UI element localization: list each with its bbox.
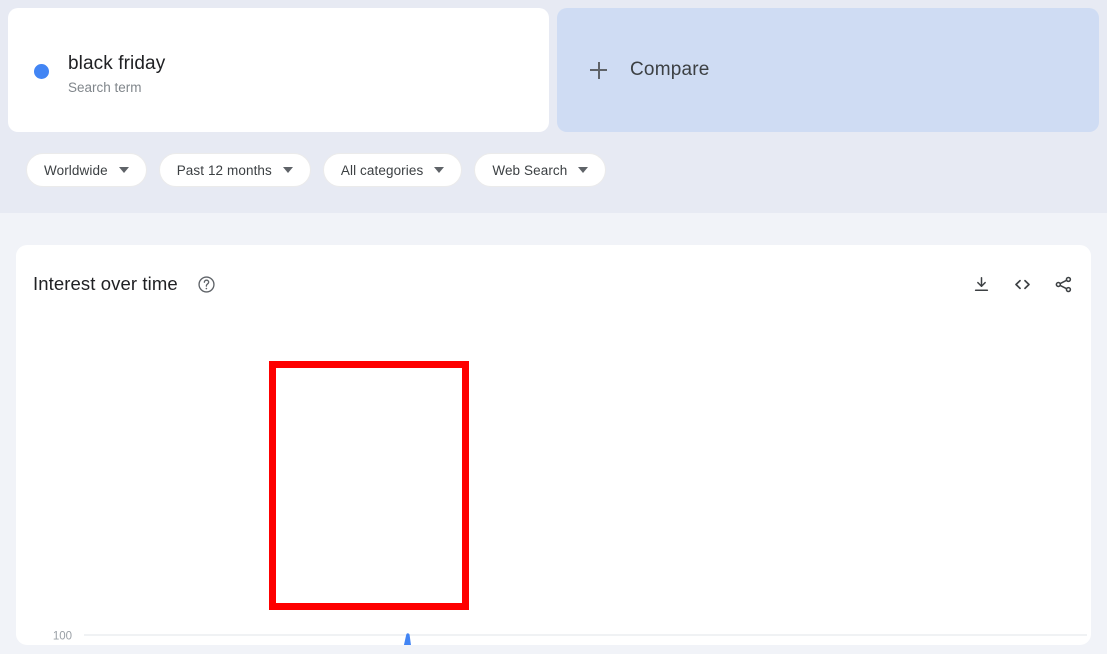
interest-over-time-line-chart: 255075100Jul 30, 2023Nov 19, 2023Mar 10,… bbox=[16, 331, 1091, 645]
chart-actions bbox=[971, 274, 1074, 295]
compare-label: Compare bbox=[630, 59, 710, 81]
compare-content: Compare bbox=[590, 8, 710, 132]
filter-chip-label: Worldwide bbox=[44, 163, 108, 178]
chevron-down-icon bbox=[283, 167, 293, 173]
y-axis-tick-label: 100 bbox=[53, 631, 72, 643]
filter-chip-all-categories[interactable]: All categories bbox=[323, 153, 462, 187]
filter-chip-past-12-months[interactable]: Past 12 months bbox=[159, 153, 311, 187]
search-term-text: black friday Search term bbox=[68, 52, 165, 98]
series-color-dot bbox=[34, 64, 49, 79]
search-term-content: black friday Search term bbox=[34, 52, 165, 98]
search-term-card[interactable]: black friday Search term bbox=[8, 8, 549, 132]
chevron-down-icon bbox=[434, 167, 444, 173]
chart-series-line bbox=[78, 635, 1087, 645]
embed-code-icon[interactable] bbox=[1012, 274, 1033, 295]
download-icon[interactable] bbox=[971, 274, 992, 295]
share-icon[interactable] bbox=[1053, 274, 1074, 295]
filter-chip-worldwide[interactable]: Worldwide bbox=[26, 153, 147, 187]
chevron-down-icon bbox=[119, 167, 129, 173]
search-term-strip: black friday Search term Compare Worldwi… bbox=[0, 0, 1107, 213]
page-title: Interest over time bbox=[33, 273, 178, 295]
filter-chip-label: Web Search bbox=[492, 163, 567, 178]
chevron-down-icon bbox=[578, 167, 588, 173]
interest-over-time-card: Interest over time bbox=[16, 245, 1091, 645]
filter-bar: Worldwide Past 12 months All categories Web… bbox=[26, 153, 618, 187]
search-term-title: black friday bbox=[68, 52, 165, 76]
plus-icon bbox=[590, 62, 607, 79]
chart-header: Interest over time bbox=[16, 245, 1091, 331]
compare-card[interactable]: Compare bbox=[557, 8, 1099, 132]
search-term-subtitle: Search term bbox=[68, 78, 165, 98]
filter-chip-label: Past 12 months bbox=[177, 163, 272, 178]
help-circle-icon[interactable] bbox=[197, 275, 216, 294]
filter-chip-label: All categories bbox=[341, 163, 423, 178]
chart-plot-area[interactable]: 255075100Jul 30, 2023Nov 19, 2023Mar 10,… bbox=[16, 331, 1091, 645]
filter-chip-web-search[interactable]: Web Search bbox=[474, 153, 606, 187]
